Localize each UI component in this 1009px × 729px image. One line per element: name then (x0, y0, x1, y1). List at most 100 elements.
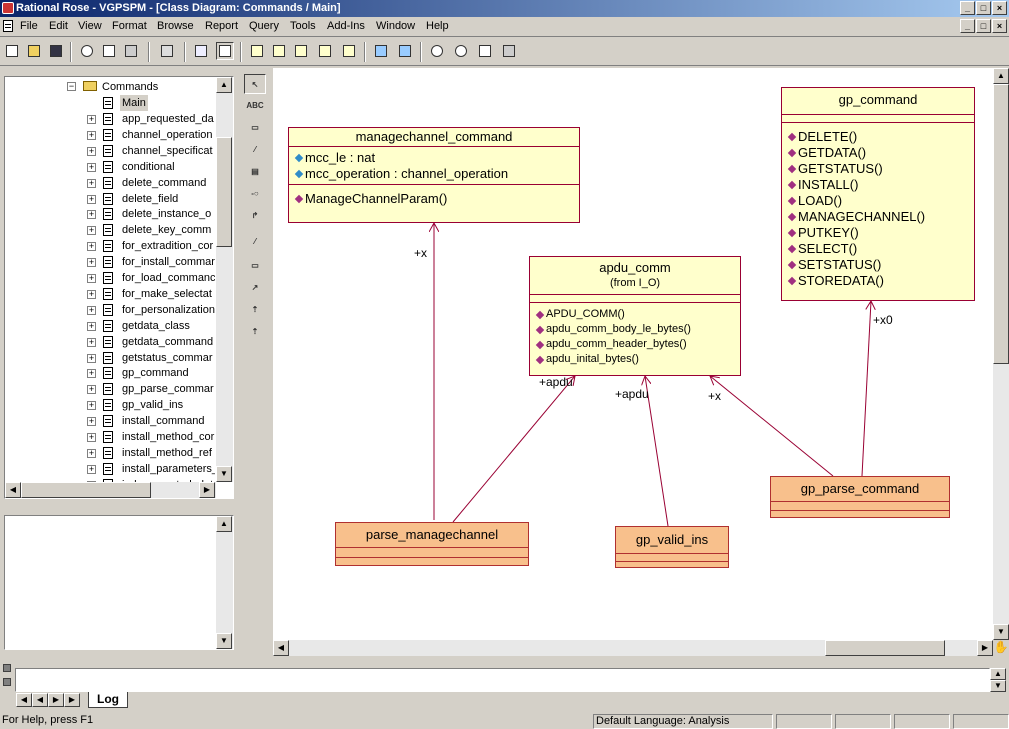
copy-icon[interactable] (100, 42, 118, 60)
scroll-up-button[interactable]: ▲ (216, 516, 232, 532)
class-parse-managechannel[interactable]: parse_managechannel (335, 522, 529, 566)
operation-item[interactable]: PUTKEY() (782, 225, 974, 241)
new-icon[interactable] (3, 42, 21, 60)
tree-item[interactable]: delete_field (122, 191, 178, 207)
role-label[interactable]: +apdu (615, 387, 649, 401)
dependency-tool-icon[interactable]: ↗ (244, 278, 266, 298)
expand-toggle[interactable]: + (87, 401, 96, 411)
anchor-tool-icon[interactable]: ⁄ (244, 140, 266, 160)
expand-toggle[interactable]: + (87, 464, 96, 474)
scroll-thumb[interactable] (825, 640, 945, 656)
view-doc-icon[interactable] (216, 42, 234, 60)
browse-state-icon[interactable] (316, 42, 334, 60)
menu-help[interactable]: Help (426, 20, 449, 32)
browser-hscrollbar[interactable]: ◀ ▶ (5, 482, 216, 498)
next-tab-icon[interactable]: ▶ (48, 693, 64, 707)
scroll-down-button[interactable]: ▼ (216, 466, 232, 482)
menu-file[interactable]: File (20, 20, 38, 32)
operation-item[interactable]: apdu_inital_bytes() (530, 352, 740, 367)
menu-window[interactable]: Window (376, 20, 415, 32)
role-label[interactable]: +x (414, 246, 427, 260)
tree-item[interactable]: for_extradition_cor (122, 238, 213, 254)
tree-item[interactable]: install_parameters_ (122, 461, 215, 477)
scroll-down-button[interactable]: ▼ (216, 633, 232, 649)
expand-toggle[interactable]: + (87, 274, 96, 283)
expand-toggle[interactable]: + (87, 178, 96, 188)
zoom-out-icon[interactable] (452, 42, 470, 60)
tree-item[interactable]: app_requested_da (122, 111, 214, 127)
selection-tool-icon[interactable]: ↖ (244, 74, 266, 94)
tree-item[interactable]: getdata_command (122, 334, 213, 350)
log-output[interactable] (15, 668, 990, 692)
doc-vscrollbar[interactable]: ▲ ▼ (216, 516, 233, 649)
documentation-pane[interactable]: ▲ ▼ (4, 515, 234, 650)
scroll-down-button[interactable]: ▼ (993, 624, 1009, 640)
menu-format[interactable]: Format (112, 20, 147, 32)
undo-fit-icon[interactable] (500, 42, 518, 60)
operation-item[interactable]: apdu_comm_body_le_bytes() (530, 322, 740, 337)
doc-minimize-button[interactable]: _ (960, 19, 975, 33)
tree-folder-commands[interactable]: Commands (102, 79, 158, 95)
expand-toggle[interactable]: + (87, 433, 96, 442)
expand-toggle[interactable]: + (87, 258, 96, 268)
operation-item[interactable]: GETDATA() (782, 145, 974, 161)
menu-query[interactable]: Query (249, 20, 279, 32)
scroll-up-button[interactable]: ▲ (990, 668, 1006, 680)
browse-deployment-icon[interactable] (340, 42, 358, 60)
operation-item[interactable]: SELECT() (782, 241, 974, 257)
expand-toggle[interactable]: + (87, 146, 96, 156)
expand-toggle[interactable]: + (87, 305, 96, 315)
tree-item[interactable]: getstatus_commar (122, 350, 212, 366)
maximize-button[interactable]: □ (976, 1, 991, 15)
scroll-thumb[interactable] (21, 482, 151, 498)
tree-diagram-main[interactable]: Main (120, 95, 148, 111)
operation-item[interactable]: ManageChannelParam() (289, 191, 579, 207)
scroll-right-button[interactable]: ▶ (199, 482, 215, 498)
scroll-up-button[interactable]: ▲ (216, 77, 232, 93)
operation-item[interactable]: DELETE() (782, 129, 974, 145)
close-button[interactable]: × (992, 1, 1007, 15)
log-spin[interactable]: ▲ ▼ (990, 668, 1006, 692)
expand-toggle[interactable]: + (87, 448, 96, 458)
tree-item[interactable]: gp_command (122, 365, 189, 381)
log-tab[interactable]: Log (88, 692, 128, 708)
tree-item[interactable]: conditional (122, 159, 175, 175)
class-gp-valid-ins[interactable]: gp_valid_ins (615, 526, 729, 568)
operation-item[interactable]: GETSTATUS() (782, 161, 974, 177)
scroll-thumb[interactable] (216, 137, 232, 247)
first-tab-icon[interactable]: ◀ (16, 693, 32, 707)
tree-item[interactable]: for_personalization (122, 302, 215, 318)
aggregation-tool-icon[interactable]: ⁄ (244, 232, 266, 252)
scroll-thumb[interactable] (993, 84, 1009, 364)
generalization-tool-icon[interactable]: ⇡ (244, 300, 266, 320)
canvas-hscrollbar[interactable]: ◀ ▶ (273, 640, 993, 656)
tree-item[interactable]: for_make_selectat (122, 286, 212, 302)
scroll-left-button[interactable]: ◀ (5, 482, 21, 498)
expand-toggle[interactable]: + (87, 321, 96, 331)
package-tool-icon[interactable]: ▭ (244, 256, 266, 276)
expand-toggle[interactable]: + (87, 417, 96, 427)
text-tool-icon[interactable]: ABC (244, 96, 266, 116)
expand-toggle[interactable]: + (87, 115, 96, 124)
expand-toggle[interactable]: + (87, 130, 96, 140)
association-line[interactable] (452, 376, 575, 523)
attribute-item[interactable]: mcc_operation : channel_operation (289, 166, 579, 182)
browser-vscrollbar[interactable]: ▲ ▼ (216, 77, 233, 482)
menu-addins[interactable]: Add-Ins (327, 20, 365, 32)
zoom-in-icon[interactable] (428, 42, 446, 60)
browse-previous-icon[interactable] (396, 42, 414, 60)
role-label[interactable]: +apdu (539, 375, 573, 389)
scroll-left-button[interactable]: ◀ (273, 640, 289, 656)
browse-interaction-icon[interactable] (270, 42, 288, 60)
role-label[interactable]: +x0 (873, 313, 893, 327)
cut-icon[interactable] (78, 42, 96, 60)
scroll-right-button[interactable]: ▶ (977, 640, 993, 656)
log-toggle-icon[interactable] (3, 678, 11, 686)
tree-item[interactable]: for_install_commar (122, 254, 215, 270)
operation-item[interactable]: LOAD() (782, 193, 974, 209)
association-tool-icon[interactable]: ↱ (244, 206, 266, 226)
operation-item[interactable]: MANAGECHANNEL() (782, 209, 974, 225)
doc-close-button[interactable]: × (992, 19, 1007, 33)
browse-component-icon[interactable] (292, 42, 310, 60)
canvas-vscrollbar[interactable]: ▲ ▼ (993, 68, 1009, 640)
